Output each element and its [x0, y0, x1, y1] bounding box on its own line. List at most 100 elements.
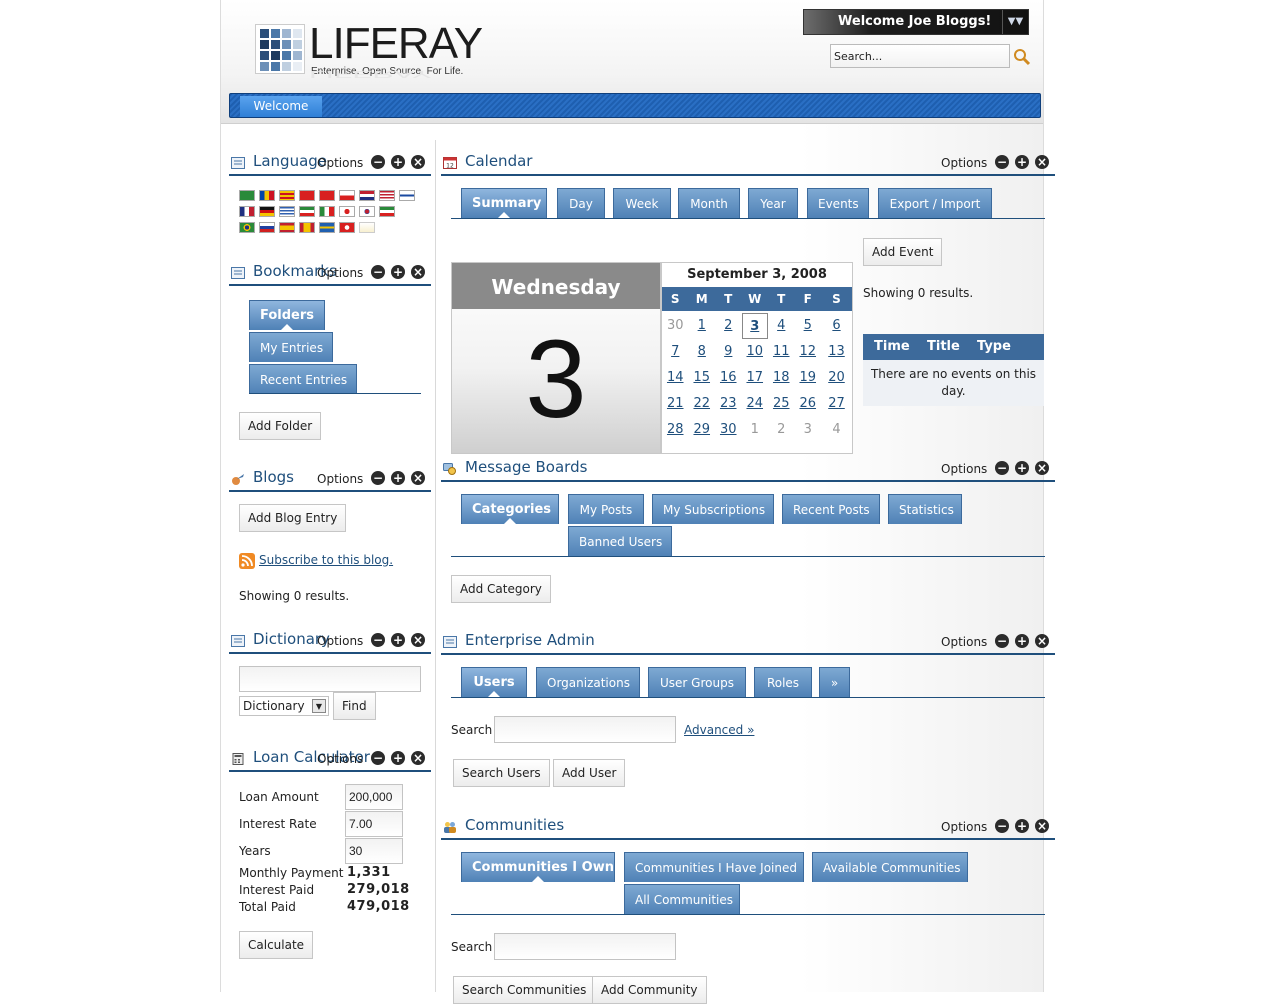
minimize-icon[interactable]: −: [995, 819, 1009, 833]
options-link[interactable]: Options: [317, 472, 363, 486]
calendar-day-cell[interactable]: 18: [768, 365, 795, 391]
maximize-icon[interactable]: +: [391, 471, 405, 485]
calculate-button[interactable]: Calculate: [239, 931, 314, 959]
calendar-day-cell[interactable]: 26: [795, 391, 822, 417]
flag-ca-icon[interactable]: [279, 190, 295, 201]
flag-ca-ad-icon[interactable]: [259, 190, 275, 201]
close-icon[interactable]: ×: [411, 751, 425, 765]
liferay-logo[interactable]: LIFERAY Enterprise. Open Source. For Lif…: [255, 22, 485, 92]
flag-it-icon[interactable]: [319, 206, 335, 217]
calendar-day-cell[interactable]: 21: [662, 391, 689, 417]
subscribe-link[interactable]: Subscribe to this blog.: [259, 553, 393, 567]
find-button[interactable]: Find: [333, 692, 376, 720]
maximize-icon[interactable]: +: [391, 751, 405, 765]
calendar-day-cell[interactable]: 8: [689, 339, 716, 365]
calendar-day-cell[interactable]: 12: [795, 339, 822, 365]
calendar-day-cell[interactable]: 25: [768, 391, 795, 417]
tab-month[interactable]: Month: [678, 188, 740, 218]
calendar-day-cell[interactable]: 2: [715, 313, 742, 339]
calendar-day-cell[interactable]: 20: [821, 365, 852, 391]
close-icon[interactable]: ×: [411, 633, 425, 647]
tab-statistics[interactable]: Statistics: [888, 494, 962, 524]
flag-en-icon[interactable]: [379, 190, 395, 201]
flag-nl-icon[interactable]: [359, 190, 375, 201]
minimize-icon[interactable]: −: [995, 461, 1009, 475]
flag-fr-icon[interactable]: [239, 206, 255, 217]
calendar-day-cell[interactable]: 1: [689, 313, 716, 339]
options-link[interactable]: Options: [941, 462, 987, 476]
calendar-day-cell[interactable]: 30: [715, 417, 742, 443]
add-blog-entry-button[interactable]: Add Blog Entry: [239, 504, 347, 532]
tab-users[interactable]: Users: [461, 667, 527, 697]
close-icon[interactable]: ×: [1035, 155, 1049, 169]
years-input[interactable]: [345, 838, 403, 864]
flag-eu-icon[interactable]: [299, 222, 315, 233]
options-link[interactable]: Options: [941, 820, 987, 834]
flag-pt-br-icon[interactable]: [239, 222, 255, 233]
add-community-button[interactable]: Add Community: [592, 976, 707, 1004]
flag-de-icon[interactable]: [259, 206, 275, 217]
interest-rate-input[interactable]: [345, 811, 403, 837]
options-link[interactable]: Options: [941, 635, 987, 649]
search-input[interactable]: [830, 44, 1010, 68]
calendar-day-cell[interactable]: 3: [741, 313, 768, 339]
add-user-button[interactable]: Add User: [553, 759, 626, 787]
search-users-button[interactable]: Search Users: [453, 759, 550, 787]
tab-year[interactable]: Year: [748, 188, 798, 218]
maximize-icon[interactable]: +: [391, 155, 405, 169]
tab-my-subscriptions[interactable]: My Subscriptions: [652, 494, 774, 524]
tab-recent-posts[interactable]: Recent Posts: [782, 494, 880, 524]
close-icon[interactable]: ×: [411, 155, 425, 169]
tab-my-posts[interactable]: My Posts: [568, 494, 644, 524]
tab-roles[interactable]: Roles: [754, 667, 812, 697]
tab-more[interactable]: »: [819, 667, 850, 697]
calendar-day-cell[interactable]: 7: [662, 339, 689, 365]
options-link[interactable]: Options: [317, 634, 363, 648]
options-link[interactable]: Options: [317, 156, 363, 170]
tab-events[interactable]: Events: [807, 188, 869, 218]
flag-ko-icon[interactable]: [359, 206, 375, 217]
dictionary-word-input[interactable]: [239, 666, 421, 692]
calendar-day-cell[interactable]: 14: [662, 365, 689, 391]
calendar-day-cell[interactable]: 23: [715, 391, 742, 417]
flag-cs-icon[interactable]: [339, 190, 355, 201]
loan-amount-input[interactable]: [345, 784, 403, 810]
minimize-icon[interactable]: −: [371, 471, 385, 485]
calendar-day-cell[interactable]: 22: [689, 391, 716, 417]
minimize-icon[interactable]: −: [371, 633, 385, 647]
add-event-button[interactable]: Add Event: [863, 238, 943, 266]
maximize-icon[interactable]: +: [1015, 461, 1029, 475]
flag-ja-icon[interactable]: [339, 206, 355, 217]
close-icon[interactable]: ×: [411, 265, 425, 279]
flag-fa-icon[interactable]: [379, 206, 395, 217]
flag-es-icon[interactable]: [279, 222, 295, 233]
tab-available-communities[interactable]: Available Communities: [812, 852, 968, 882]
minimize-icon[interactable]: −: [371, 751, 385, 765]
calendar-day-cell[interactable]: 17: [742, 365, 769, 391]
tab-categories[interactable]: Categories: [461, 494, 559, 524]
minimize-icon[interactable]: −: [995, 155, 1009, 169]
options-link[interactable]: Options: [317, 266, 363, 280]
nav-tab-welcome[interactable]: Welcome: [240, 96, 322, 117]
advanced-search-link[interactable]: Advanced »: [684, 723, 754, 737]
tab-my-entries[interactable]: My Entries: [249, 332, 333, 362]
calendar-day-cell[interactable]: 27: [821, 391, 852, 417]
calendar-day-cell[interactable]: 13: [821, 339, 852, 365]
options-link[interactable]: Options: [317, 752, 363, 766]
calendar-day-cell[interactable]: 6: [821, 313, 852, 339]
add-folder-button[interactable]: Add Folder: [239, 412, 322, 440]
calendar-day-cell[interactable]: 15: [689, 365, 716, 391]
calendar-day-cell[interactable]: 11: [768, 339, 795, 365]
calendar-day-cell[interactable]: 9: [715, 339, 742, 365]
minimize-icon[interactable]: −: [371, 265, 385, 279]
maximize-icon[interactable]: +: [391, 265, 405, 279]
tab-week[interactable]: Week: [613, 188, 671, 218]
tab-folders[interactable]: Folders: [249, 300, 325, 330]
flag-ru-icon[interactable]: [259, 222, 275, 233]
search-communities-button[interactable]: Search Communities: [453, 976, 596, 1004]
dictionary-select[interactable]: Dictionary ▼: [239, 696, 329, 716]
tab-recent-entries[interactable]: Recent Entries: [249, 364, 357, 394]
flag-zh-icon[interactable]: [299, 190, 315, 201]
tab-all-communities[interactable]: All Communities: [624, 884, 740, 914]
close-icon[interactable]: ×: [1035, 461, 1049, 475]
